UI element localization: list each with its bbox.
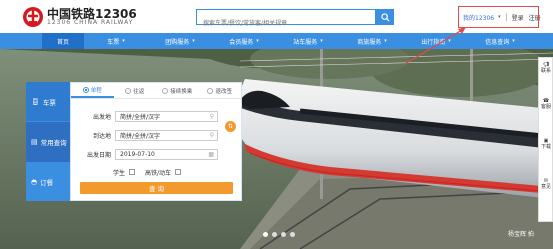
annotation-highlight-box [458,6,539,28]
side-tab-label: 车票 [42,98,56,107]
carousel-dot[interactable] [272,232,277,237]
tab-transfer[interactable]: 接续换乘 [156,83,199,98]
nav-item-label: 团购服务 [165,38,190,46]
chevron-down-icon: ▾ [320,38,323,44]
tab-label: 往返 [133,88,145,95]
query-button[interactable]: 查 询 [80,182,233,194]
search-input-wrapper [196,9,376,31]
nav-item-label: 会员服务 [229,38,254,46]
to-row: 到达地 简拼/全拼/汉字 ⚲ [71,129,218,141]
nav-item-label: 信息查询 [485,38,510,46]
from-label: 出发地 [92,113,111,121]
to-placeholder: 简拼/全拼/汉字 [120,132,161,140]
float-item-contact[interactable]: 📢︎ 联系 [539,62,553,74]
list-icon: ▤ [31,138,38,146]
nav-item[interactable]: 商旅服务 ▾ [340,33,404,49]
nav-item-label: 出行指南 [421,38,446,46]
site-header: 中国铁路12306 12306 CHINA RAILWAY 我的12306 ▾ … [0,0,553,33]
nav-item-label: 商旅服务 [357,38,382,46]
float-label: 下载 [540,144,551,150]
nav-item-label: 车票 [107,38,120,46]
nav-item-label: 站车服务 [293,38,318,46]
date-row: 出发日期 2019-07-10 ▦ [71,148,218,160]
side-tab-ticket[interactable]: 🚆︎ 车票 [26,82,70,121]
from-row: 出发地 简拼/全拼/汉字 ⚲ [71,110,218,122]
side-tab-common-query[interactable]: ▤ 常用查询 [26,122,70,162]
date-value: 2019-07-10 [120,150,155,158]
float-label: 客服 [540,104,551,110]
search-input[interactable] [197,16,375,31]
main-nav: 首页 车票 ▾ 团购服务 ▾ 会员服务 ▾ 站车服务 ▾ 商旅服务 ▾ 出行指南 ▾ 信息查询 ▾ [0,33,553,49]
student-checkbox[interactable] [129,169,136,175]
side-tab-label: 订餐 [40,178,54,187]
carousel-dot[interactable] [263,232,268,237]
float-item-service[interactable]: ☎ 客服 [539,98,553,110]
meal-icon: ◓ [31,177,38,186]
trip-type-tabs: 单程 往返 接续换乘 退改签 [71,83,241,99]
side-tabs: 🚆︎ 车票 ▤ 常用查询 ◓ 订餐 [26,82,70,201]
tab-refund-change[interactable]: 退改签 [199,83,242,98]
nav-item[interactable]: 信息查询 ▾ [468,33,532,49]
filter-checkboxes: 学生 高铁/动车 [113,167,191,177]
photo-credit: 杨宝辉 拍 [508,231,534,238]
date-label: 出发日期 [86,151,111,159]
nav-item[interactable]: 团购服务 ▾ [148,33,212,49]
radio-icon [125,87,132,94]
highspeed-label: 高铁/动车 [145,169,172,177]
student-label: 学生 [113,169,126,177]
swap-stations-button[interactable]: ⇅ [225,121,236,132]
right-float-panel: 📢︎ 联系 ☎ 客服 ▣ 下载 ✉ 意见 [538,57,553,222]
chevron-down-icon: ▾ [448,38,451,44]
float-label: 联系 [540,68,551,74]
nav-item[interactable]: 出行指南 ▾ [404,33,468,49]
chevron-down-icon: ▾ [192,38,195,44]
tab-round-trip[interactable]: 往返 [114,83,157,98]
nav-item[interactable]: 会员服务 ▾ [212,33,276,49]
side-tab-label: 常用查询 [40,139,67,147]
from-station-input[interactable]: 简拼/全拼/汉字 ⚲ [115,110,218,122]
tab-label: 接续换乘 [170,88,193,95]
highspeed-checkbox[interactable] [175,169,182,175]
nav-item[interactable]: 首页 [42,33,84,49]
swap-icon: ⇅ [227,123,234,130]
radio-icon [207,87,214,94]
float-item-feedback[interactable]: ✉ 意见 [539,178,553,190]
float-label: 意见 [540,184,551,190]
to-station-input[interactable]: 简拼/全拼/汉字 ⚲ [115,129,218,141]
nav-item[interactable]: 车票 ▾ [84,33,148,49]
calendar-icon: ▦ [208,150,214,158]
radio-icon [162,87,169,94]
nav-item-label: 首页 [56,38,69,46]
radio-icon [82,86,89,93]
carousel-dot[interactable] [281,232,286,237]
ticket-search-panel: 🚆︎ 车票 ▤ 常用查询 ◓ 订餐 单程 往返 接续换乘 退改签 出发地 简拼/… [26,82,242,201]
ticket-form: 单程 往返 接续换乘 退改签 出发地 简拼/全拼/汉字 ⚲ 到达地 简拼/全拼/… [70,82,242,201]
search-icon [380,12,390,22]
tab-one-way[interactable]: 单程 [71,83,114,98]
search-button[interactable] [376,9,394,25]
departure-date-input[interactable]: 2019-07-10 ▦ [115,148,218,160]
location-pin-icon: ⚲ [209,112,214,120]
float-item-download[interactable]: ▣ 下载 [539,138,553,150]
carousel-dots [263,232,295,237]
chevron-down-icon: ▾ [256,38,259,44]
to-label: 到达地 [92,132,111,140]
from-placeholder: 简拼/全拼/汉字 [120,113,161,121]
page: 中国铁路12306 12306 CHINA RAILWAY 我的12306 ▾ … [0,0,553,249]
chevron-down-icon: ▾ [384,38,387,44]
nav-item[interactable]: 站车服务 ▾ [276,33,340,49]
tab-label: 单程 [90,87,102,94]
chevron-down-icon: ▾ [122,38,125,44]
side-tab-meal[interactable]: ◓ 订餐 [26,162,70,201]
carousel-dot[interactable] [290,232,295,237]
railway-logo-icon[interactable] [22,6,44,28]
location-pin-icon: ⚲ [209,131,214,139]
chevron-down-icon: ▾ [512,38,515,44]
tab-label: 退改签 [215,88,232,95]
train-icon: 🚆︎ [31,97,40,106]
logo-subtitle: 12306 CHINA RAILWAY [47,19,134,26]
